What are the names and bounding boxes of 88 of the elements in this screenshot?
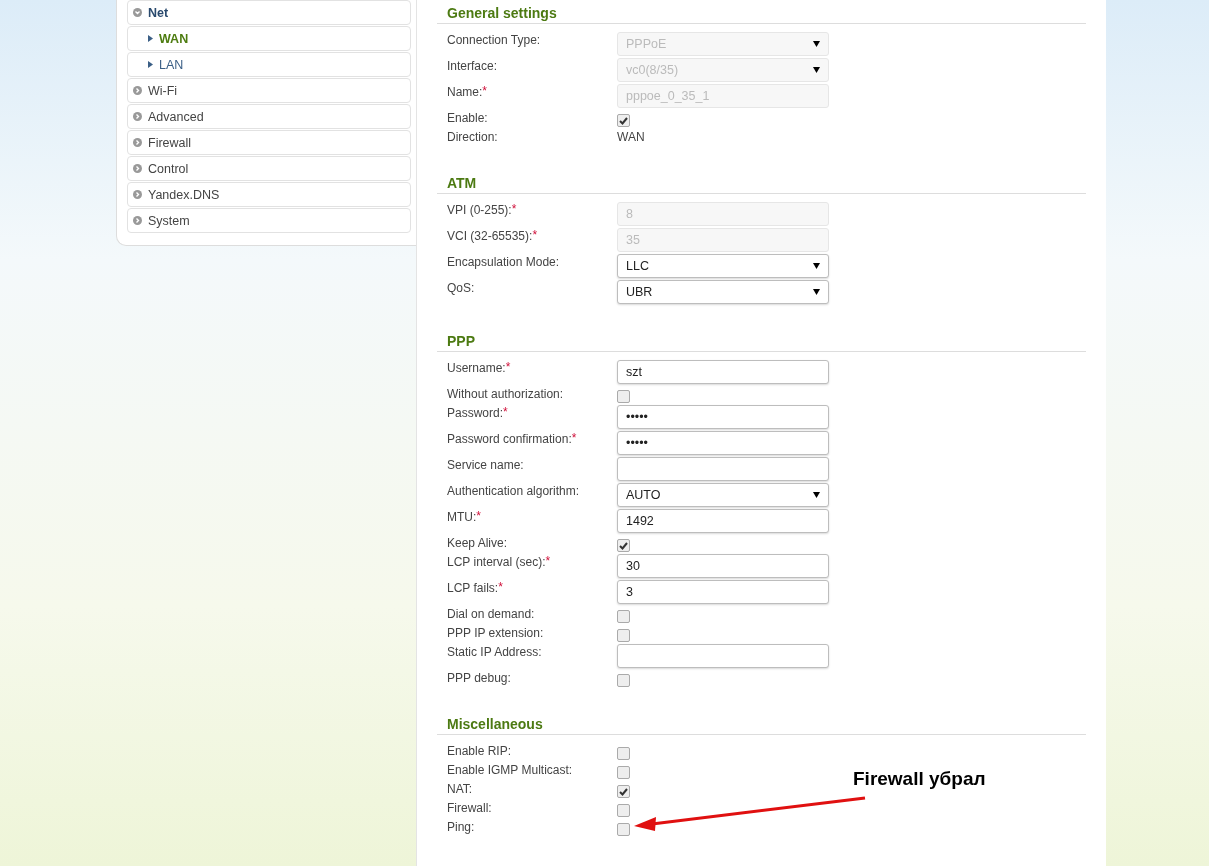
field-label: PPP IP extension:	[447, 625, 544, 641]
required-mark: *	[511, 202, 517, 216]
caret-icon	[813, 67, 820, 73]
menu-item[interactable]: Advanced	[127, 104, 411, 129]
expand-icon	[133, 164, 142, 173]
menu-item[interactable]: Net	[127, 0, 411, 25]
checkbox[interactable]	[617, 390, 630, 403]
required-mark: *	[482, 84, 487, 100]
field-label: Dial on demand:	[447, 606, 535, 622]
section-title: General settings	[446, 4, 558, 23]
menu-item[interactable]: Yandex.DNS	[127, 182, 411, 207]
expand-icon	[133, 86, 142, 95]
field-label: MTU:	[447, 509, 477, 525]
menu-item[interactable]: Wi-Fi	[127, 78, 411, 103]
field-label: Direction:	[447, 129, 498, 145]
field-label: Without authorization:	[447, 386, 564, 402]
menu-item[interactable]: System	[127, 208, 411, 233]
field-label: Service name:	[447, 457, 524, 473]
dropdown[interactable]: UBR	[617, 280, 829, 304]
checkbox[interactable]	[617, 823, 630, 836]
required-mark: *	[545, 554, 551, 568]
field-label: PPP debug:	[447, 670, 511, 686]
checkbox[interactable]	[617, 804, 630, 817]
field-label: Static IP Address:	[447, 644, 542, 660]
required-mark: *	[571, 431, 577, 447]
input-field[interactable]: •••••	[617, 431, 829, 455]
field-label: NAT:	[447, 781, 473, 797]
checkbox[interactable]	[617, 610, 630, 623]
expand-icon	[133, 216, 142, 225]
input-field[interactable]: 30	[617, 554, 829, 578]
caret-icon	[813, 41, 820, 47]
field-label: Keep Alive:	[447, 535, 508, 551]
caret-icon	[813, 263, 820, 269]
input-field[interactable]: •••••	[617, 405, 829, 429]
field-label: LCP fails:	[447, 580, 499, 596]
submenu-item[interactable]: WAN	[127, 26, 411, 51]
input-field[interactable]: 1492	[617, 509, 829, 533]
checkbox[interactable]	[617, 674, 630, 687]
checkbox[interactable]	[617, 629, 630, 642]
required-mark: *	[498, 580, 503, 596]
caret-icon	[813, 289, 820, 295]
dropdown[interactable]: AUTO	[617, 483, 829, 507]
chevron-icon	[148, 35, 153, 42]
field-label: Username:	[447, 360, 506, 376]
field-label: Password:	[447, 405, 504, 421]
field-label: Encapsulation Mode:	[447, 254, 560, 270]
annotation-text: Firewall убрал	[853, 768, 986, 790]
field-label: Interface:	[447, 58, 498, 74]
field-label: Enable IGMP Multicast:	[447, 762, 573, 778]
required-mark: *	[505, 360, 511, 376]
required-mark: *	[503, 405, 508, 421]
field-label: Enable:	[447, 110, 488, 126]
input-field[interactable]: szt	[617, 360, 829, 384]
field-value: WAN	[617, 129, 646, 144]
input-field[interactable]	[617, 644, 829, 668]
menu-item[interactable]: Firewall	[127, 130, 411, 155]
checkbox[interactable]	[617, 747, 630, 760]
required-mark: *	[476, 509, 481, 525]
field-label: Connection Type:	[447, 32, 541, 48]
field-label: Password confirmation:	[447, 431, 572, 447]
input-field[interactable]	[617, 457, 829, 481]
expand-icon	[133, 138, 142, 147]
field-label: Firewall:	[447, 800, 492, 816]
submenu-item[interactable]: LAN	[127, 52, 411, 77]
field-label: QoS:	[447, 280, 475, 296]
field-label: Ping:	[447, 819, 475, 835]
section-title: Miscellaneous	[446, 715, 544, 734]
field-label: Name:	[447, 84, 483, 100]
checkbox[interactable]	[617, 785, 630, 798]
dropdown[interactable]: LLC	[617, 254, 829, 278]
field-label: VPI (0-255):	[447, 202, 512, 218]
expand-icon	[133, 190, 142, 199]
field-label: Authentication algorithm:	[447, 483, 580, 499]
section-title: PPP	[446, 332, 476, 351]
required-mark: *	[532, 228, 538, 242]
checkbox[interactable]	[617, 766, 630, 779]
section-title: ATM	[446, 174, 478, 193]
input-field[interactable]: 3	[617, 580, 829, 604]
caret-icon	[813, 492, 820, 498]
field-label: LCP interval (sec):	[447, 554, 546, 570]
checkbox[interactable]	[617, 114, 630, 127]
checkbox[interactable]	[617, 539, 630, 552]
expand-icon	[133, 112, 142, 121]
field-label: VCI (32-65535):	[447, 228, 533, 244]
chevron-icon	[148, 61, 153, 68]
field-label: Enable RIP:	[447, 743, 512, 759]
menu-item[interactable]: Control	[127, 156, 411, 181]
collapse-icon	[133, 8, 142, 17]
